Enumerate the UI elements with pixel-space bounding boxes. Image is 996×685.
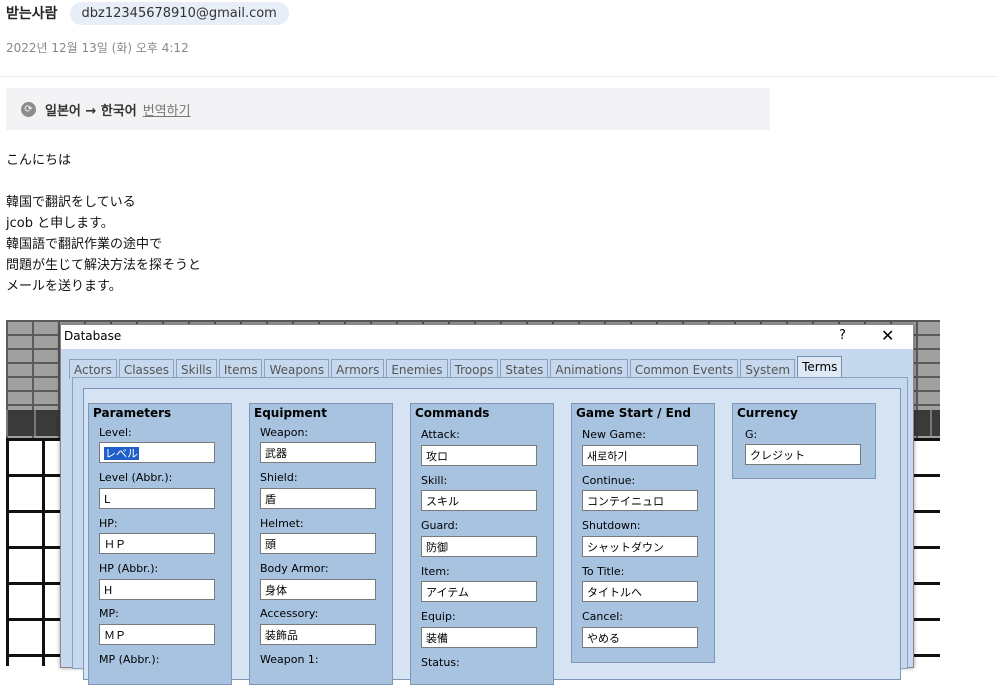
tab-troops[interactable]: Troops: [449, 359, 499, 379]
tab-armors[interactable]: Armors: [331, 359, 385, 379]
field-label: Cancel:: [582, 610, 623, 623]
translate-languages: 일본어 → 한국어: [45, 103, 137, 119]
body-line: jcob と申します。: [6, 216, 114, 231]
field-label: Weapon 1:: [260, 653, 319, 666]
field-label: Level (Abbr.):: [99, 471, 173, 484]
field-label: Continue:: [582, 474, 636, 487]
recipient-row: 받는사람 dbz12345678910@gmail.com: [6, 0, 289, 26]
field-label: Shutdown:: [582, 519, 641, 532]
group-parameters: Parameters Level: レベル Level (Abbr.): L H…: [88, 403, 232, 685]
tab-classes[interactable]: Classes: [118, 359, 175, 379]
guard-field[interactable]: 防御: [421, 536, 537, 557]
close-icon[interactable]: ✕: [881, 326, 894, 345]
field-label: MP (Abbr.):: [99, 653, 160, 666]
skill-field[interactable]: スキル: [421, 490, 537, 511]
group-title: Commands: [415, 406, 490, 420]
attack-field[interactable]: 攻ロ: [421, 445, 537, 466]
body-line: 韓国語で翻訳作業の途中で: [6, 237, 163, 252]
translate-icon[interactable]: ⟳: [21, 101, 36, 117]
field-label: HP (Abbr.):: [99, 562, 159, 575]
field-label: Body Armor:: [260, 562, 329, 575]
field-label: HP:: [99, 517, 118, 530]
help-icon[interactable]: ?: [839, 328, 846, 343]
body-line: 問題が生じて解決方法を探そうと: [6, 258, 202, 273]
body-line: 韓国で翻訳をしている: [6, 195, 136, 210]
hp-field[interactable]: ＨＰ: [99, 533, 215, 554]
group-currency: Currency G: クレジット: [732, 403, 876, 479]
field-label: Status:: [421, 656, 460, 669]
group-commands: Commands Attack: 攻ロ Skill: スキル Guard: 防御…: [410, 403, 554, 685]
translate-bar: ⟳ 일본어 → 한국어 번역하기: [6, 88, 770, 130]
tab-actors[interactable]: Actors: [69, 359, 117, 379]
window-title: Database: [64, 329, 122, 343]
terms-panel: Parameters Level: レベル Level (Abbr.): L H…: [72, 377, 908, 685]
to-title-field[interactable]: タイトルへ: [582, 581, 698, 602]
field-label: To Title:: [582, 565, 625, 578]
body-line: こんにちは: [6, 153, 72, 168]
group-title: Parameters: [93, 406, 172, 420]
tab-enemies[interactable]: Enemies: [386, 359, 448, 379]
field-label: Skill:: [421, 474, 448, 487]
currency-field[interactable]: クレジット: [745, 444, 861, 465]
field-label: Attack:: [421, 428, 460, 441]
shield-field[interactable]: 盾: [260, 488, 376, 509]
recipient-label: 받는사람: [6, 6, 58, 22]
shutdown-field[interactable]: シャットダウン: [582, 536, 698, 557]
field-label: New Game:: [582, 428, 646, 441]
body-armor-field[interactable]: 身体: [260, 579, 376, 600]
field-value: レベル: [104, 447, 139, 460]
equip-field[interactable]: 装備: [421, 627, 537, 648]
field-label: Equip:: [421, 610, 456, 623]
header-divider: [0, 76, 996, 77]
tab-animations[interactable]: Animations: [550, 359, 628, 379]
tab-skills[interactable]: Skills: [176, 359, 217, 379]
cancel-field[interactable]: やめる: [582, 627, 698, 648]
database-window: Database ? ✕ Actors Classes Skills Items…: [60, 324, 914, 685]
level-abbr-field[interactable]: L: [99, 488, 215, 509]
field-label: Accessory:: [260, 607, 319, 620]
translate-button[interactable]: 번역하기: [143, 100, 191, 119]
window-titlebar: Database ? ✕: [61, 325, 913, 349]
helmet-field[interactable]: 頭: [260, 533, 376, 554]
tab-states[interactable]: States: [500, 359, 549, 379]
tab-terms[interactable]: Terms: [797, 356, 843, 379]
tab-system[interactable]: System: [740, 359, 796, 379]
field-label: MP:: [99, 607, 119, 620]
email-body: こんにちは 韓国で翻訳をしている jcob と申します。 韓国語で翻訳作業の途中…: [6, 150, 201, 297]
body-line: [6, 171, 201, 192]
tab-items[interactable]: Items: [218, 359, 263, 379]
email-date: 2022년 12월 13일 (화) 오후 4:12: [6, 41, 189, 55]
group-title: Equipment: [254, 406, 327, 420]
window-body: Actors Classes Skills Items Weapons Armo…: [61, 349, 913, 685]
group-title: Currency: [737, 406, 798, 420]
level-field[interactable]: レベル: [99, 442, 215, 463]
tab-bar: Actors Classes Skills Items Weapons Armo…: [69, 356, 844, 379]
mp-field[interactable]: ＭＰ: [99, 624, 215, 645]
tab-common-events[interactable]: Common Events: [629, 359, 739, 379]
field-label: Item:: [421, 565, 450, 578]
new-game-field[interactable]: 새로하기: [582, 445, 698, 466]
field-label: Level:: [99, 426, 132, 439]
weapon-field[interactable]: 武器: [260, 442, 376, 463]
group-title: Game Start / End: [576, 406, 691, 420]
field-label: Guard:: [421, 519, 459, 532]
field-label: Weapon:: [260, 426, 309, 439]
field-label: Shield:: [260, 471, 298, 484]
field-label: G:: [745, 428, 758, 441]
field-label: Helmet:: [260, 517, 304, 530]
continue-field[interactable]: コンテイニュロ: [582, 490, 698, 511]
group-equipment: Equipment Weapon: 武器 Shield: 盾 Helmet: 頭…: [249, 403, 393, 685]
recipient-chip[interactable]: dbz12345678910@gmail.com: [69, 1, 289, 25]
tab-weapons[interactable]: Weapons: [264, 359, 330, 379]
terms-inner: Parameters Level: レベル Level (Abbr.): L H…: [83, 388, 901, 685]
item-field[interactable]: アイテム: [421, 581, 537, 602]
accessory-field[interactable]: 装飾品: [260, 624, 376, 645]
group-game-start-end: Game Start / End New Game: 새로하기 Continue…: [571, 403, 715, 663]
body-line: メールを送ります。: [6, 279, 122, 294]
hp-abbr-field[interactable]: H: [99, 579, 215, 600]
